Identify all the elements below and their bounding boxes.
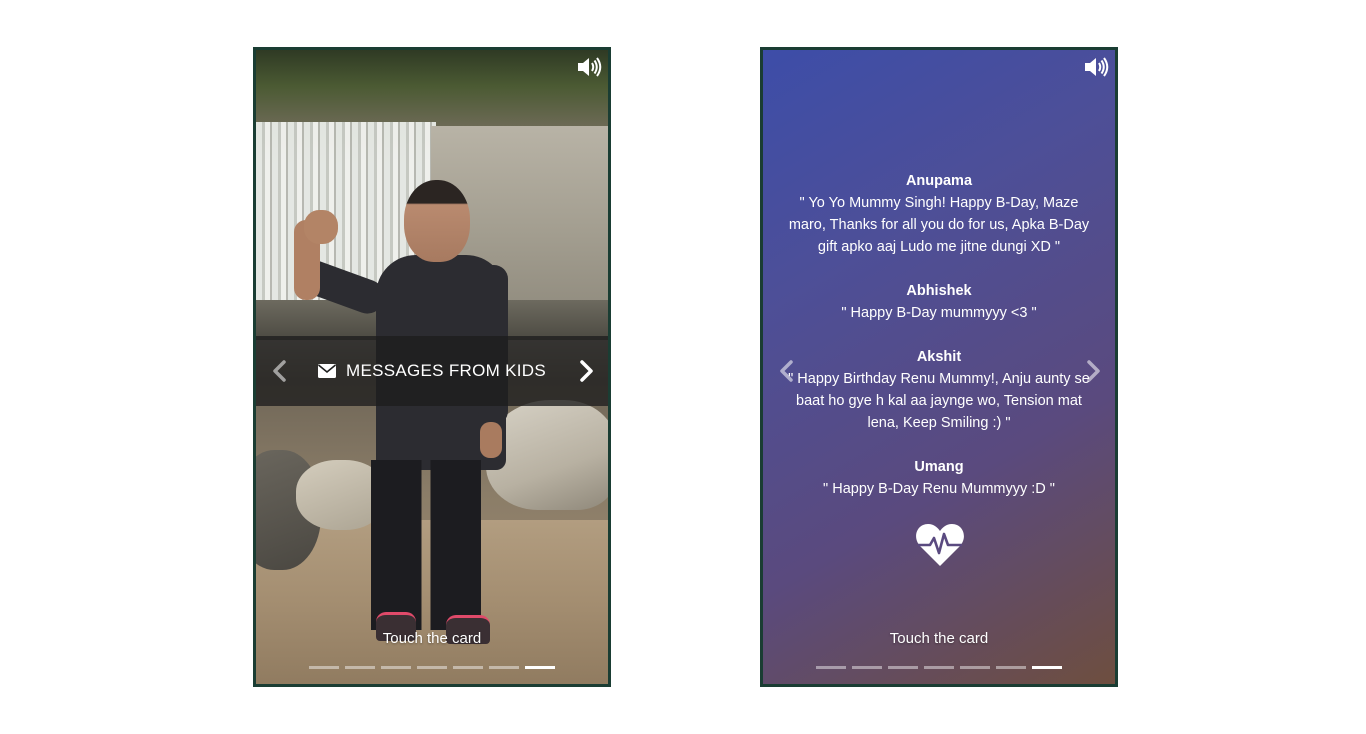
message-item: Umang " Happy B-Day Renu Mummyyy :D " (783, 456, 1095, 500)
chevron-right-icon[interactable] (1083, 359, 1103, 383)
message-author: Umang (914, 459, 964, 475)
progress-segment-active[interactable] (1032, 666, 1062, 669)
progress-segment[interactable] (417, 666, 447, 669)
message-item: Anupama " Yo Yo Mummy Singh! Happy B-Day… (783, 170, 1095, 258)
heart-pulse-icon (915, 522, 965, 568)
messages-list: Anupama " Yo Yo Mummy Singh! Happy B-Day… (783, 170, 1095, 522)
message-item: Abhishek " Happy B-Day mummyyy <3 " (783, 280, 1095, 324)
message-item: Akshit " Happy Birthday Renu Mummy!, Anj… (783, 346, 1095, 434)
progress-segment[interactable] (888, 666, 918, 669)
envelope-icon (318, 364, 336, 378)
chevron-left-icon[interactable] (270, 359, 290, 383)
progress-segment[interactable] (960, 666, 990, 669)
progress-segment[interactable] (996, 666, 1026, 669)
progress-segment[interactable] (852, 666, 882, 669)
speaker-volume-icon[interactable] (1083, 56, 1109, 78)
messages-card[interactable]: Anupama " Yo Yo Mummy Singh! Happy B-Day… (760, 47, 1118, 687)
progress-segment[interactable] (309, 666, 339, 669)
photo-card[interactable]: MESSAGES FROM KIDS Touch the card (253, 47, 611, 687)
message-text: " Happy B-Day Renu Mummyyy :D " (823, 481, 1055, 497)
touch-hint: Touch the card (889, 630, 989, 647)
chevron-left-icon[interactable] (777, 359, 797, 383)
page: MESSAGES FROM KIDS Touch the card Anupam… (0, 0, 1366, 734)
message-author: Akshit (916, 349, 962, 365)
progress-segment[interactable] (489, 666, 519, 669)
progress-segment-active[interactable] (525, 666, 555, 669)
chevron-right-icon[interactable] (576, 359, 596, 383)
slide-progress (309, 666, 555, 669)
progress-segment[interactable] (381, 666, 411, 669)
banner-title: MESSAGES FROM KIDS (318, 361, 546, 381)
progress-segment[interactable] (816, 666, 846, 669)
message-text: " Happy B-Day mummyyy <3 " (841, 305, 1037, 321)
message-text: " Yo Yo Mummy Singh! Happy B-Day, Maze m… (788, 195, 1090, 255)
touch-hint: Touch the card (382, 630, 482, 647)
message-text: " Happy Birthday Renu Mummy!, Anju aunty… (788, 371, 1090, 431)
message-author: Anupama (905, 173, 973, 189)
messages-banner[interactable]: MESSAGES FROM KIDS (256, 336, 608, 406)
progress-segment[interactable] (924, 666, 954, 669)
progress-segment[interactable] (345, 666, 375, 669)
banner-title-text: MESSAGES FROM KIDS (346, 361, 546, 380)
slide-progress (816, 666, 1062, 669)
progress-segment[interactable] (453, 666, 483, 669)
message-author: Abhishek (906, 283, 972, 299)
speaker-volume-icon[interactable] (576, 56, 602, 78)
